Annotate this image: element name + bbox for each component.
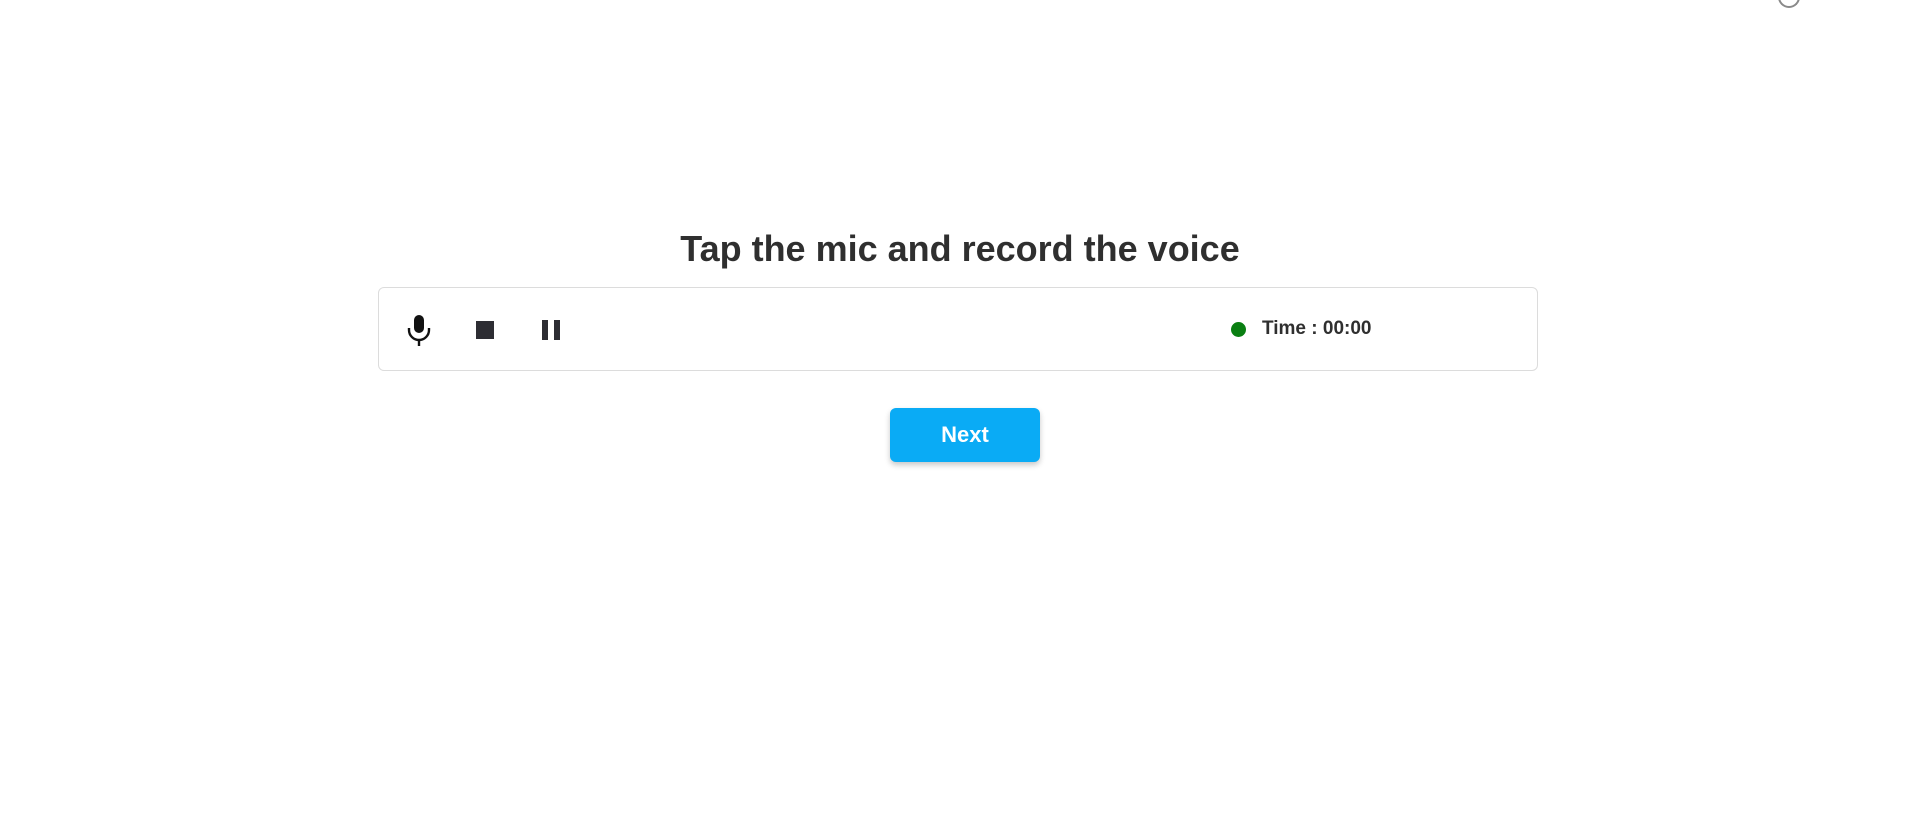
timer-separator: : [1306, 318, 1323, 339]
pause-icon [542, 320, 560, 340]
timer-label: Time [1262, 318, 1307, 339]
microphone-icon [407, 315, 431, 346]
mic-button[interactable] [397, 308, 441, 352]
status-indicator-dot [1231, 321, 1246, 337]
page: Tap the mic and record the voice Time : [0, 0, 1920, 825]
pause-button[interactable] [529, 308, 573, 352]
loading-spinner-icon [1778, 0, 1800, 8]
stop-button[interactable] [463, 308, 507, 352]
voice-recorder-panel: Time : 00:00 [378, 287, 1538, 371]
timer-value: 00:00 [1322, 318, 1372, 339]
recording-status: Time : 00:00 [1231, 316, 1372, 342]
next-button[interactable]: Next [890, 408, 1040, 462]
stop-icon [476, 321, 494, 339]
page-title: Tap the mic and record the voice [680, 228, 1240, 269]
